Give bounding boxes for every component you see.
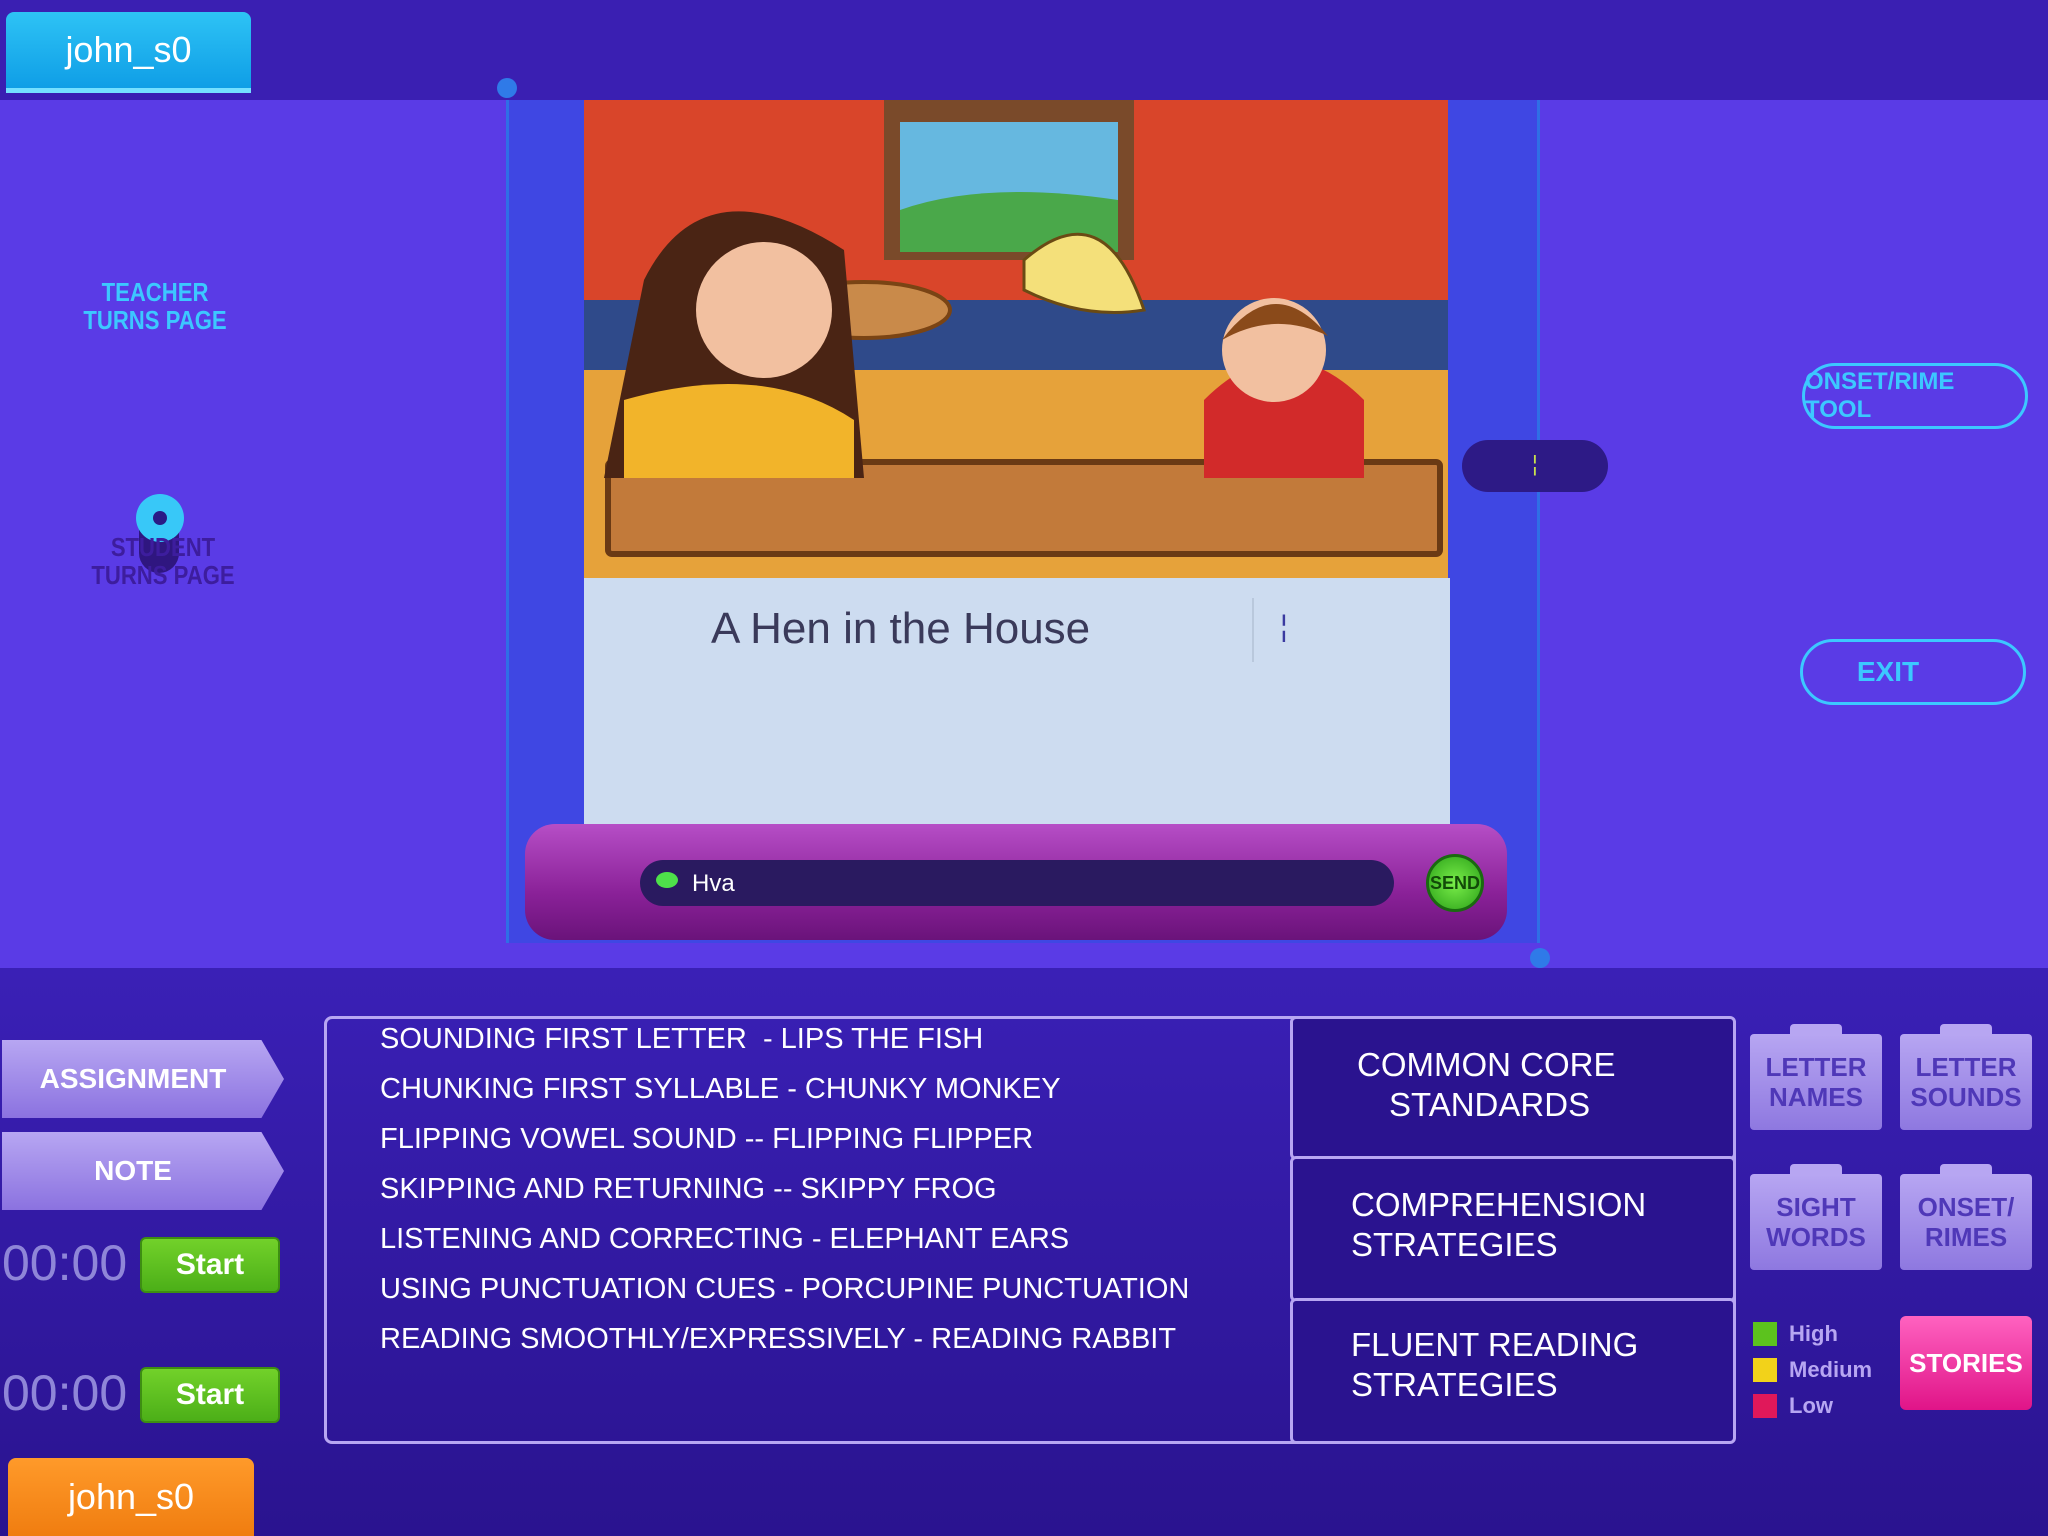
book-illustration	[584, 100, 1448, 578]
onset-rime-tool-button[interactable]: ONSET/RIME TOOL	[1802, 363, 2028, 429]
chat-input[interactable]: Hva	[640, 860, 1394, 906]
student-turns-page-label[interactable]: STUDENT TURNS PAGE	[91, 533, 236, 589]
assignment-button[interactable]: ASSIGNMENT	[2, 1040, 284, 1118]
stories-button[interactable]: STORIES	[1900, 1316, 2032, 1410]
send-button[interactable]: SEND	[1426, 854, 1484, 912]
legend-label: Low	[1789, 1393, 1833, 1418]
strategy-item[interactable]: READING SMOOTHLY/EXPRESSIVELY - READING …	[380, 1318, 1189, 1368]
folder-line: LETTER	[1915, 1052, 2017, 1082]
letter-sounds-folder[interactable]: LETTER SOUNDS	[1900, 1024, 2032, 1130]
strategy-item[interactable]: CHUNKING FIRST SYLLABLE - CHUNKY MONKEY	[380, 1068, 1189, 1118]
legend-label: Medium	[1789, 1357, 1873, 1382]
pill-marker: ¦	[1532, 451, 1538, 476]
legend-item-medium: Medium	[1753, 1352, 1872, 1388]
exit-button[interactable]: EXIT	[1800, 639, 2026, 705]
legend-swatch	[1753, 1322, 1777, 1346]
timer-display: 00:00	[2, 1365, 128, 1421]
strategy-item[interactable]: USING PUNCTUATION CUES - PORCUPINE PUNCT…	[380, 1268, 1189, 1318]
strategy-item[interactable]: LISTENING AND CORRECTING - ELEPHANT EARS	[380, 1218, 1189, 1268]
category-line: STRATEGIES	[1351, 1226, 1558, 1263]
strategy-item[interactable]: SKIPPING AND RETURNING -- SKIPPY FROG	[380, 1168, 1189, 1218]
category-tab-comprehension[interactable]: COMPREHENSION STRATEGIES	[1290, 1156, 1736, 1302]
folder-line: SOUNDS	[1910, 1082, 2022, 1112]
category-tab-fluent-reading[interactable]: FLUENT READING STRATEGIES	[1290, 1298, 1736, 1444]
book-text-area: A Hen in the House ¦	[584, 578, 1450, 828]
selection-handle-top[interactable]	[497, 78, 517, 98]
strategy-list: SOUNDING FIRST LETTER - LIPS THE FISH CH…	[380, 1018, 1189, 1368]
folder-line: NAMES	[1769, 1082, 1863, 1112]
strategy-item[interactable]: FLIPPING VOWEL SOUND -- FLIPPING FLIPPER	[380, 1118, 1189, 1168]
book-title: A Hen in the House	[711, 604, 1091, 653]
onset-rimes-folder[interactable]: ONSET/RIMES	[1900, 1164, 2032, 1270]
title-divider	[1252, 598, 1254, 662]
chat-bubble-icon	[656, 872, 678, 888]
selection-handle-bottom[interactable]	[1530, 948, 1550, 968]
category-line: STRATEGIES	[1351, 1366, 1558, 1403]
legend-item-low: Low	[1753, 1388, 1872, 1424]
level-legend: High Medium Low	[1753, 1316, 1872, 1424]
top-bar	[0, 0, 2048, 100]
user-tab-top[interactable]: john_s0	[6, 12, 251, 93]
category-line: FLUENT READING	[1351, 1326, 1639, 1363]
category-line: COMPREHENSION	[1351, 1186, 1647, 1223]
timer-start-button[interactable]: Start	[140, 1237, 280, 1293]
timer-display: 00:00	[2, 1235, 128, 1291]
note-button[interactable]: NOTE	[2, 1132, 284, 1210]
timer-start-button[interactable]: Start	[140, 1367, 280, 1423]
strategy-item[interactable]: SOUNDING FIRST LETTER - LIPS THE FISH	[380, 1018, 1189, 1068]
category-line: COMMON CORE	[1357, 1046, 1616, 1083]
text-cursor: ¦	[1280, 610, 1288, 643]
category-tab-common-core[interactable]: COMMON CORE STANDARDS	[1290, 1016, 1736, 1160]
sight-words-folder[interactable]: SIGHT WORDS	[1750, 1164, 1882, 1270]
letter-names-folder[interactable]: LETTER NAMES	[1750, 1024, 1882, 1130]
folder-line: ONSET/	[1917, 1192, 2015, 1222]
legend-label: High	[1789, 1321, 1838, 1346]
category-line: STANDARDS	[1389, 1086, 1591, 1123]
legend-item-high: High	[1753, 1316, 1872, 1352]
chat-input-text: Hva	[692, 870, 735, 897]
page-scroll-pill[interactable]: ¦	[1462, 440, 1608, 492]
folder-line: SIGHT	[1776, 1192, 1856, 1222]
legend-swatch	[1753, 1358, 1777, 1382]
teacher-turns-page-label[interactable]: TEACHER TURNS PAGE	[83, 278, 228, 334]
chat-bar: Hva SEND	[525, 824, 1507, 940]
legend-swatch	[1753, 1394, 1777, 1418]
folder-line: WORDS	[1766, 1222, 1866, 1252]
folder-line: RIMES	[1924, 1222, 2008, 1252]
user-tab-bottom[interactable]: john_s0	[8, 1458, 254, 1536]
folder-line: LETTER	[1765, 1052, 1867, 1082]
